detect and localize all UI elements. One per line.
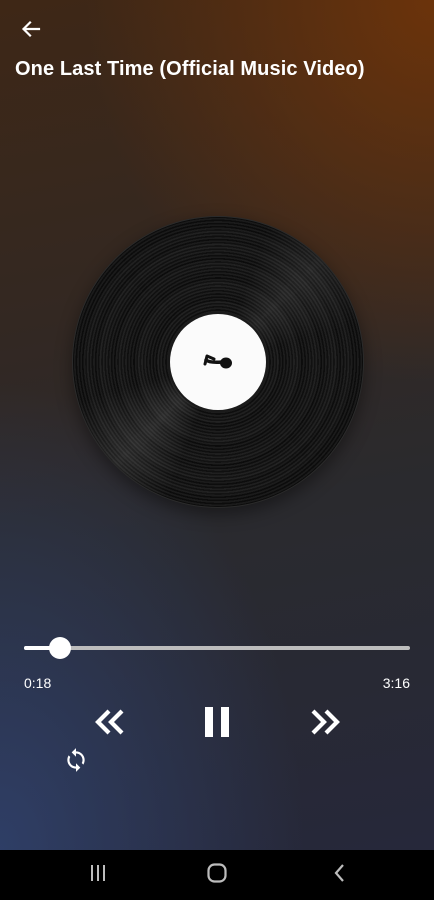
system-navigation-bar (0, 850, 434, 900)
recents-icon (89, 864, 107, 887)
pause-icon (202, 706, 232, 743)
current-time: 0:18 (24, 675, 52, 691)
home-button[interactable] (187, 850, 247, 900)
album-artwork-vinyl (73, 217, 363, 507)
back-button[interactable] (14, 14, 48, 48)
system-back-button[interactable] (310, 850, 370, 900)
track-title: One Last Time (Official Music Video) (15, 58, 365, 80)
double-chevron-right-icon (307, 707, 343, 742)
recents-button[interactable] (68, 850, 128, 900)
vinyl-label (170, 314, 266, 410)
rewind-button[interactable] (86, 700, 134, 748)
repeat-icon (63, 747, 89, 778)
forward-button[interactable] (301, 700, 349, 748)
repeat-button[interactable] (60, 746, 92, 778)
player-screen: One Last Time (Official Music Video) 0:1… (0, 0, 434, 850)
seek-thumb[interactable] (48, 637, 71, 659)
double-chevron-left-icon (92, 707, 128, 742)
seek-bar[interactable] (24, 636, 410, 660)
pause-button[interactable] (193, 700, 241, 748)
total-duration: 3:16 (382, 675, 410, 691)
arrow-left-icon (21, 19, 41, 44)
music-note-icon (203, 354, 232, 369)
seek-track (24, 646, 410, 650)
home-icon (206, 862, 228, 889)
system-back-icon (333, 863, 347, 888)
